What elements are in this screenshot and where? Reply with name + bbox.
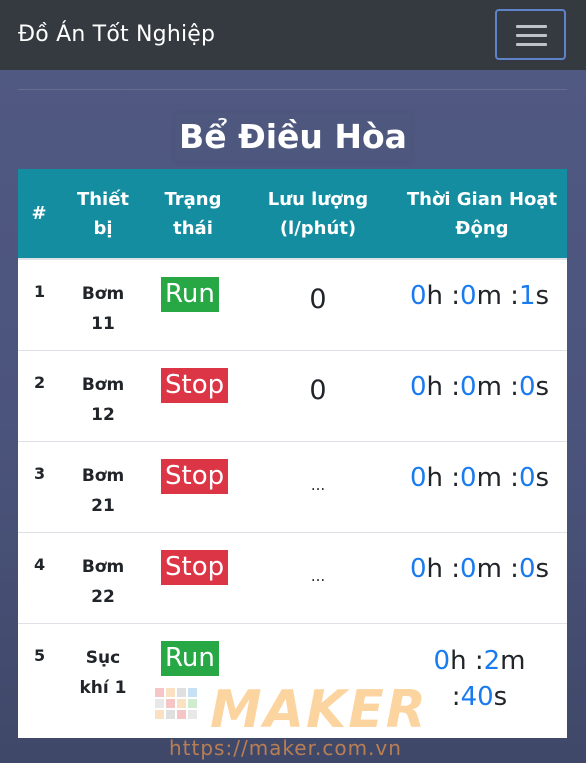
runtime-seconds: 0 <box>518 554 536 584</box>
runtime-hours: 0 <box>409 281 427 311</box>
runtime-value: 0h :0m :0s <box>392 551 567 587</box>
flow-value: ... <box>310 476 326 494</box>
navbar-toggler-button[interactable] <box>495 9 566 60</box>
column-header-device: Thiết bị <box>76 188 130 239</box>
runtime-minutes: 0 <box>460 463 477 493</box>
device-name: Sục khí 1 <box>79 648 127 698</box>
flow-value: ... <box>310 567 326 585</box>
seconds-unit: s <box>535 372 550 402</box>
device-name: Bơm 11 <box>81 284 125 334</box>
hamburger-menu-icon <box>516 25 547 28</box>
table-row: 4 Bơm 22 Stop ... 0h :0m :0s <box>18 533 567 624</box>
runtime-seconds: 1 <box>518 281 536 311</box>
hours-unit: h : <box>426 372 461 402</box>
device-table: # Thiết bị Trạng thái Lưu lượng (l/phút)… <box>18 169 567 738</box>
runtime-line-1: 0h :2m <box>392 643 567 679</box>
seconds-unit: s <box>535 281 550 311</box>
table-row: 2 Bơm 12 Stop 0 0h :0m :0s <box>18 351 567 442</box>
row-number: 1 <box>34 282 46 301</box>
minutes-unit: m : <box>476 281 519 311</box>
minutes-unit: m <box>500 646 526 676</box>
runtime-value: 0h :0m :0s <box>392 460 567 496</box>
watermark-url: https://maker.com.vn <box>169 736 402 760</box>
page-title-container: Bể Điều Hòa <box>0 113 586 161</box>
device-name: Bơm 12 <box>81 375 125 425</box>
hours-unit: h : <box>426 554 461 584</box>
runtime-seconds: 40 <box>460 682 494 712</box>
watermark: MAKER https://maker.com.vn <box>155 680 455 763</box>
runtime-minutes: 0 <box>460 554 477 584</box>
column-header-flow: Lưu lượng (l/phút) <box>267 188 369 239</box>
hours-unit: h : <box>450 646 484 676</box>
runtime-value: 0h :0m :0s <box>392 369 567 405</box>
runtime-hours: 0 <box>409 554 427 584</box>
row-number: 5 <box>34 646 46 665</box>
status-badge: Stop <box>161 459 229 494</box>
watermark-logo: MAKER <box>210 680 428 740</box>
runtime-hours: 0 <box>409 463 427 493</box>
table-header: # Thiết bị Trạng thái Lưu lượng (l/phút)… <box>18 169 567 260</box>
flow-value: 0 <box>309 375 327 406</box>
hamburger-menu-icon-line <box>516 34 547 37</box>
row-number: 3 <box>34 464 46 483</box>
maker-logo-icon <box>155 688 207 728</box>
table-row: 3 Bơm 21 Stop ... 0h :0m :0s <box>18 442 567 533</box>
column-header-runtime: Thời Gian Hoạt Động <box>406 188 558 239</box>
status-badge: Run <box>161 277 219 312</box>
hamburger-menu-icon-line <box>516 43 547 46</box>
minutes-unit: m : <box>476 463 519 493</box>
status-badge: Run <box>161 641 219 676</box>
minutes-unit: m : <box>476 372 519 402</box>
hours-unit: h : <box>426 463 461 493</box>
column-header-number: # <box>31 203 47 224</box>
minutes-unit: m : <box>476 554 519 584</box>
runtime-seconds: 0 <box>518 463 536 493</box>
navbar: Đồ Án Tốt Nghiệp <box>0 0 586 70</box>
navbar-brand[interactable]: Đồ Án Tốt Nghiệp <box>18 22 215 47</box>
row-number: 2 <box>34 373 46 392</box>
column-header-status: Trạng thái <box>164 188 222 239</box>
status-badge: Stop <box>161 550 229 585</box>
divider <box>18 89 567 90</box>
row-number: 4 <box>34 555 46 574</box>
seconds-unit: s <box>493 682 508 712</box>
runtime-hours: 0 <box>409 372 427 402</box>
runtime-minutes: 0 <box>460 372 477 402</box>
runtime-minutes: 0 <box>460 281 477 311</box>
device-name: Bơm 21 <box>81 466 125 516</box>
seconds-unit: s <box>535 554 550 584</box>
table-row: 1 Bơm 11 Run 0 0h :0m :1s <box>18 260 567 351</box>
flow-value: 0 <box>309 284 327 315</box>
device-name: Bơm 22 <box>81 557 125 607</box>
runtime-seconds: 0 <box>518 372 536 402</box>
hours-unit: h : <box>426 281 461 311</box>
page-title: Bể Điều Hòa <box>175 113 411 161</box>
runtime-value: 0h :0m :1s <box>392 278 567 314</box>
runtime-hours: 0 <box>433 646 451 676</box>
status-badge: Stop <box>161 368 229 403</box>
seconds-unit: s <box>535 463 550 493</box>
runtime-minutes: 2 <box>483 646 501 676</box>
